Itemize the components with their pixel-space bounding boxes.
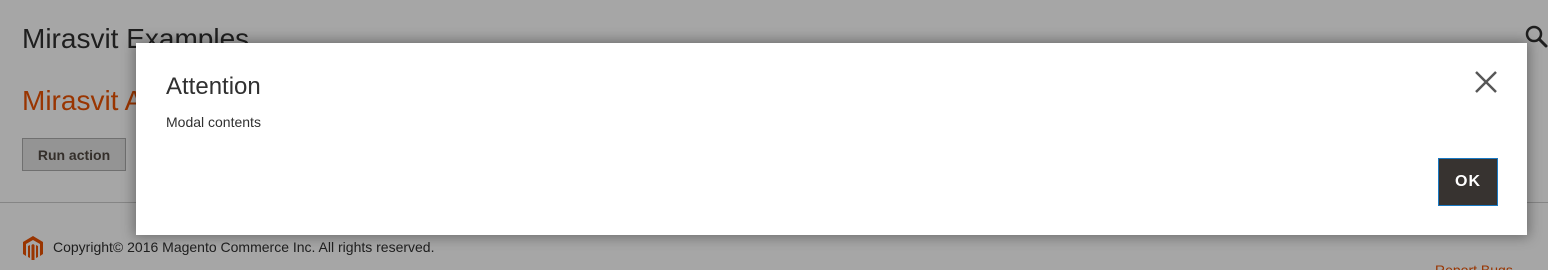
- modal-close-button[interactable]: [1471, 67, 1501, 97]
- ok-button[interactable]: OK: [1438, 158, 1498, 206]
- modal-title: Attention: [166, 73, 261, 100]
- close-icon: [1475, 71, 1497, 93]
- modal-content: Modal contents: [166, 114, 261, 130]
- admin-page: Mirasvit Examples Mirasvit A Run action …: [0, 0, 1548, 270]
- attention-modal: Attention Modal contents OK: [136, 43, 1527, 235]
